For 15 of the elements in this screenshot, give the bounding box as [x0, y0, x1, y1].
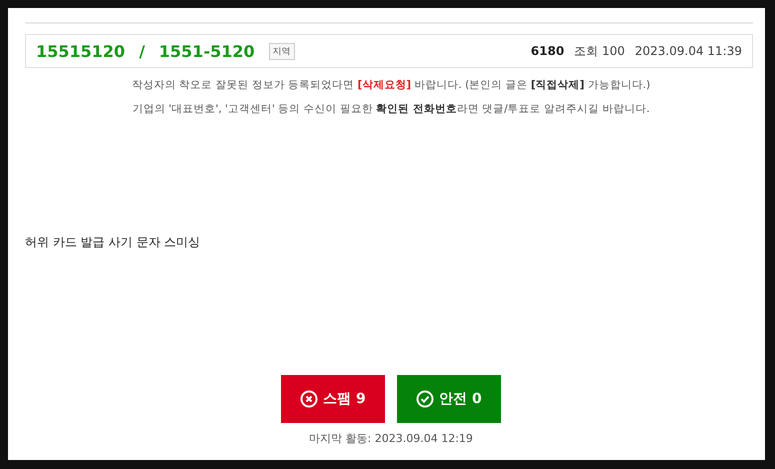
- phone-number: 15515120: [36, 42, 126, 60]
- separator: /: [139, 42, 145, 60]
- close-circle-icon: [300, 390, 318, 408]
- notice-text: 작성자의 착오로 잘못된 정보가 등록되었다면 [삭제요청] 바랍니다. (본인의 글은 [직접삭제] 가능합니다.): [130, 78, 652, 92]
- post-date: 2023.09.04 11:39: [634, 44, 742, 58]
- formatted-number: 1551-5120: [158, 42, 255, 60]
- region-tag: 지역: [268, 42, 295, 60]
- spam-vote-button[interactable]: 스팸 9: [281, 375, 385, 423]
- score: 6180: [530, 44, 564, 58]
- post-content: 허위 카드 발급 사기 문자 스미싱: [25, 234, 202, 251]
- safe-vote-button[interactable]: 안전 0: [397, 375, 501, 423]
- view-count: 조회 100: [574, 42, 625, 60]
- last-activity: 마지막 활동: 2023.09.04 12:19: [308, 431, 474, 446]
- check-circle-icon: [416, 390, 434, 408]
- notice-text: 기업의 '대표번호', '고객센터' 등의 수신이 필요한 확인된 전화번호라면 댓글/투표로 알려주시길 바랍니다.: [131, 102, 651, 116]
